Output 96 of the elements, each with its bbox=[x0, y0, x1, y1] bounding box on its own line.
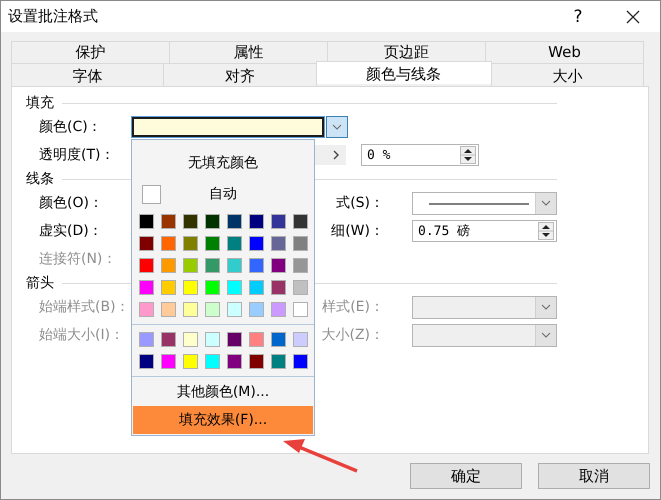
color-swatch[interactable] bbox=[183, 214, 198, 229]
section-title: 箭头 bbox=[26, 274, 54, 292]
field-label: 连接符(N)： bbox=[39, 250, 118, 268]
color-swatch[interactable] bbox=[271, 258, 286, 273]
color-swatch[interactable] bbox=[271, 332, 286, 347]
color-swatch[interactable] bbox=[139, 354, 154, 369]
color-swatch[interactable] bbox=[227, 258, 242, 273]
help-button[interactable]: ? bbox=[558, 2, 598, 32]
color-swatch[interactable] bbox=[139, 214, 154, 229]
color-swatch[interactable] bbox=[205, 236, 220, 251]
color-swatch[interactable] bbox=[249, 332, 264, 347]
color-swatch[interactable] bbox=[249, 258, 264, 273]
color-swatch[interactable] bbox=[293, 280, 308, 295]
line-style-dropdown[interactable] bbox=[412, 192, 557, 214]
color-swatch[interactable] bbox=[249, 302, 264, 317]
color-swatch[interactable] bbox=[161, 280, 176, 295]
color-swatch[interactable] bbox=[249, 354, 264, 369]
dropdown[interactable] bbox=[412, 296, 557, 318]
field-label: 式(S)： bbox=[336, 194, 384, 212]
dropdown[interactable] bbox=[412, 324, 557, 346]
color-swatch[interactable] bbox=[205, 302, 220, 317]
tab[interactable]: 保护 bbox=[11, 41, 170, 63]
color-swatch[interactable] bbox=[271, 302, 286, 317]
field-label: 虚实(D)： bbox=[39, 222, 104, 240]
color-swatch[interactable] bbox=[205, 280, 220, 295]
color-swatch[interactable] bbox=[161, 258, 176, 273]
color-swatch[interactable] bbox=[271, 354, 286, 369]
section-title: 填充 bbox=[26, 94, 54, 112]
chevron-right-icon bbox=[331, 148, 341, 162]
tab[interactable]: Web bbox=[485, 41, 644, 63]
color-swatch[interactable] bbox=[227, 354, 242, 369]
close-icon bbox=[625, 8, 641, 24]
field-label: 细(W)： bbox=[331, 222, 384, 240]
color-swatch[interactable] bbox=[183, 302, 198, 317]
color-swatch[interactable] bbox=[271, 236, 286, 251]
automatic-option[interactable]: 自动 bbox=[209, 185, 237, 203]
color-swatch[interactable] bbox=[249, 214, 264, 229]
color-swatch[interactable] bbox=[183, 258, 198, 273]
tab[interactable]: 字体 bbox=[11, 63, 164, 86]
color-swatch[interactable] bbox=[139, 332, 154, 347]
spinner-arrows-icon bbox=[538, 222, 554, 240]
color-swatch[interactable] bbox=[293, 236, 308, 251]
field-label: 始端大小(I)： bbox=[39, 326, 126, 344]
tab[interactable]: 颜色与线条 bbox=[316, 61, 492, 84]
section-title: 线条 bbox=[26, 170, 54, 188]
color-swatch[interactable] bbox=[161, 332, 176, 347]
color-swatch[interactable] bbox=[161, 302, 176, 317]
dropdown-button[interactable] bbox=[326, 116, 348, 138]
color-swatch[interactable] bbox=[293, 354, 308, 369]
color-swatch[interactable] bbox=[227, 302, 242, 317]
color-swatch[interactable] bbox=[227, 332, 242, 347]
color-swatch[interactable] bbox=[227, 280, 242, 295]
color-swatch[interactable] bbox=[293, 258, 308, 273]
color-swatch[interactable] bbox=[183, 236, 198, 251]
color-swatch[interactable] bbox=[139, 280, 154, 295]
color-swatch[interactable] bbox=[161, 236, 176, 251]
spin-field[interactable]: 0.75 磅 bbox=[412, 220, 557, 242]
spinner-arrows-icon bbox=[460, 146, 476, 164]
color-swatch[interactable] bbox=[249, 236, 264, 251]
color-swatch[interactable] bbox=[183, 354, 198, 369]
spin-field[interactable]: 0 % bbox=[361, 144, 479, 166]
dialog-button[interactable]: 取消 bbox=[538, 463, 650, 489]
field-label: 透明度(T)： bbox=[39, 146, 116, 164]
color-swatch[interactable] bbox=[271, 280, 286, 295]
automatic-swatch[interactable] bbox=[142, 184, 161, 204]
color-swatch[interactable] bbox=[183, 280, 198, 295]
menu-item[interactable]: 其他颜色(M)... bbox=[133, 378, 313, 406]
color-swatch[interactable] bbox=[227, 236, 242, 251]
color-swatch[interactable] bbox=[139, 258, 154, 273]
color-swatch[interactable] bbox=[205, 332, 220, 347]
color-swatch[interactable] bbox=[205, 354, 220, 369]
field-label: 大小(Z)： bbox=[321, 326, 384, 344]
color-swatch[interactable] bbox=[161, 214, 176, 229]
color-swatch[interactable] bbox=[139, 302, 154, 317]
tab[interactable]: 对齐 bbox=[163, 63, 317, 86]
field-label: 颜色(O)： bbox=[39, 194, 104, 212]
color-swatch[interactable] bbox=[293, 332, 308, 347]
color-swatch[interactable] bbox=[293, 302, 308, 317]
color-swatch[interactable] bbox=[205, 214, 220, 229]
tab[interactable]: 大小 bbox=[490, 63, 644, 86]
color-swatch[interactable] bbox=[227, 214, 242, 229]
color-swatch[interactable] bbox=[183, 332, 198, 347]
color-swatch[interactable] bbox=[161, 354, 176, 369]
window-title: 设置批注格式 bbox=[8, 7, 99, 26]
color-swatch[interactable] bbox=[271, 214, 286, 229]
field-label: 样式(E)： bbox=[322, 298, 384, 316]
no-fill-option[interactable]: 无填充颜色 bbox=[132, 146, 314, 180]
dialog-button[interactable]: 确定 bbox=[410, 463, 522, 489]
menu-item[interactable]: 填充效果(F)... bbox=[133, 406, 313, 434]
color-field[interactable] bbox=[132, 117, 324, 137]
color-swatch[interactable] bbox=[293, 214, 308, 229]
field-label: 始端样式(B)： bbox=[39, 298, 131, 316]
color-swatch[interactable] bbox=[139, 236, 154, 251]
field-label: 颜色(C)： bbox=[39, 118, 103, 136]
color-swatch[interactable] bbox=[249, 280, 264, 295]
color-swatch[interactable] bbox=[205, 258, 220, 273]
